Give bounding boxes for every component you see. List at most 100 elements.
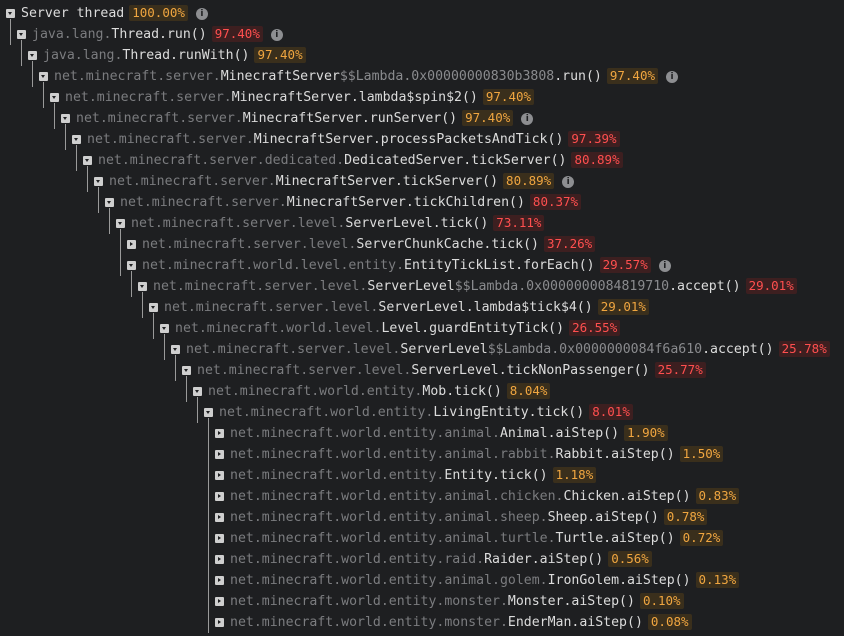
tree-node-row[interactable]: net.minecraft.server.MinecraftServer.run… [0,108,844,129]
expand-toggle-icon[interactable] [215,618,224,627]
tree-node-row[interactable]: net.minecraft.server.level.ServerLevel$$… [0,276,844,297]
tree-node-row[interactable]: net.minecraft.server.level.ServerLevel$$… [0,339,844,360]
expand-toggle-icon[interactable] [215,513,224,522]
expand-toggle-icon[interactable] [182,366,191,375]
expand-toggle-icon[interactable] [94,177,103,186]
node-percentage-badge: 0.08% [647,614,692,630]
tree-node-row[interactable]: net.minecraft.world.entity.LivingEntity.… [0,402,844,423]
node-class: ServerLevel [345,216,433,231]
node-method: .accept() [702,342,774,357]
expand-toggle-icon[interactable] [160,324,169,333]
tree-node-row[interactable]: net.minecraft.world.entity.animal.rabbit… [0,444,844,465]
expand-toggle-icon[interactable] [127,240,136,249]
expand-toggle-icon[interactable] [215,471,224,480]
tree-node-row[interactable]: net.minecraft.world.level.Level.guardEnt… [0,318,844,339]
expand-toggle-icon[interactable] [215,492,224,501]
node-package: net.minecraft.world.entity.monster. [230,615,508,630]
call-tree: Server thread 100.00% i java.lang.Thread.r… [0,0,844,636]
node-label: net.minecraft.world.entity.animal.chicke… [230,486,740,507]
node-class: Sheep [547,510,588,525]
expand-toggle-icon[interactable] [215,429,224,438]
expand-toggle-icon[interactable] [28,51,37,60]
expand-toggle-icon[interactable] [127,261,136,270]
node-class: Rabbit [555,447,604,462]
node-class: Thread [122,48,171,63]
tree-node-row[interactable]: net.minecraft.world.entity.animal.chicke… [0,486,844,507]
tree-node-row[interactable]: net.minecraft.world.entity.Entity.tick()… [0,465,844,486]
expand-toggle-icon[interactable] [39,72,48,81]
tree-node-row[interactable]: net.minecraft.server.MinecraftServer$$La… [0,66,844,87]
info-icon[interactable]: i [666,71,679,83]
tree-node-row[interactable]: Server thread 100.00% i [0,3,844,24]
info-icon[interactable]: i [562,176,575,188]
node-package: net.minecraft.world.entity. [208,384,423,399]
expand-toggle-icon[interactable] [215,597,224,606]
node-lambda-marker: $$ [487,342,504,357]
tree-node-row[interactable]: net.minecraft.server.dedicated.Dedicated… [0,150,844,171]
node-label: net.minecraft.server.MinecraftServer$$La… [54,66,679,87]
node-package: net.minecraft.world.entity.monster. [230,594,508,609]
tree-node-row[interactable]: net.minecraft.world.level.entity.EntityT… [0,255,844,276]
node-class: MinecraftServer [253,132,373,147]
tree-node-row[interactable]: net.minecraft.world.entity.animal.Animal… [0,423,844,444]
tree-node-row[interactable]: net.minecraft.server.MinecraftServer.lam… [0,87,844,108]
expand-toggle-icon[interactable] [116,219,125,228]
node-label: net.minecraft.server.level.ServerLevel.l… [164,297,649,318]
expand-toggle-icon[interactable] [72,135,81,144]
node-label: net.minecraft.server.MinecraftServer.tic… [120,192,582,213]
expand-toggle-icon[interactable] [6,9,15,18]
tree-node-row[interactable]: net.minecraft.world.entity.animal.sheep.… [0,507,844,528]
info-icon[interactable]: i [521,113,534,125]
expand-toggle-icon[interactable] [83,156,92,165]
tree-node-row[interactable]: net.minecraft.server.level.ServerLevel.l… [0,297,844,318]
info-icon[interactable]: i [658,260,671,272]
tree-node-row[interactable]: java.lang.Thread.runWith() 97.40% [0,45,844,66]
tree-guide-line [197,397,198,423]
expand-toggle-icon[interactable] [138,282,147,291]
info-icon[interactable]: i [270,29,283,41]
tree-guide-line [164,334,165,360]
expand-toggle-icon[interactable] [204,408,213,417]
tree-node-row[interactable]: net.minecraft.server.MinecraftServer.pro… [0,129,844,150]
node-class: ServerLevel [367,279,455,294]
node-label: net.minecraft.server.level.ServerLevel$$… [153,276,797,297]
expand-toggle-icon[interactable] [149,303,158,312]
expand-toggle-icon[interactable] [193,387,202,396]
node-percentage-badge: 0.10% [639,593,684,609]
node-label: net.minecraft.world.level.Level.guardEnt… [175,318,621,339]
tree-guide-line [87,166,88,192]
node-lambda-marker: $$ [454,279,471,294]
tree-node-row[interactable]: net.minecraft.world.entity.monster.Monst… [0,591,844,612]
tree-node-row[interactable]: net.minecraft.server.MinecraftServer.tic… [0,171,844,192]
node-class: Server thread [21,6,125,21]
node-package: net.minecraft.world.entity.animal.rabbit… [230,447,556,462]
tree-node-row[interactable]: net.minecraft.server.MinecraftServer.tic… [0,192,844,213]
tree-node-row[interactable]: net.minecraft.world.entity.animal.turtle… [0,528,844,549]
expand-toggle-icon[interactable] [61,114,70,123]
expand-toggle-icon[interactable] [50,93,59,102]
tree-guide-line [21,40,22,66]
tree-node-row[interactable]: net.minecraft.world.entity.raid.Raider.a… [0,549,844,570]
tree-guide-line [186,376,187,402]
tree-node-row[interactable]: java.lang.Thread.run() 97.40% i [0,24,844,45]
expand-toggle-icon[interactable] [215,450,224,459]
node-package: net.minecraft.world.level.entity. [142,258,405,273]
expand-toggle-icon[interactable] [215,576,224,585]
expand-toggle-icon[interactable] [17,30,26,39]
node-label: net.minecraft.server.MinecraftServer.pro… [87,129,620,150]
node-package: net.minecraft.world.entity.animal.golem. [230,573,548,588]
expand-toggle-icon[interactable] [215,534,224,543]
node-label: net.minecraft.server.MinecraftServer.run… [76,108,534,129]
tree-node-row[interactable]: net.minecraft.world.entity.monster.Ender… [0,612,844,633]
tree-node-row[interactable]: net.minecraft.world.entity.animal.golem.… [0,570,844,591]
tree-node-row[interactable]: net.minecraft.server.level.ServerLevel.t… [0,213,844,234]
node-percentage-badge: 26.55% [569,320,621,336]
info-icon[interactable]: i [195,8,208,20]
tree-node-row[interactable]: net.minecraft.server.level.ServerLevel.t… [0,360,844,381]
expand-toggle-icon[interactable] [171,345,180,354]
expand-toggle-icon[interactable] [215,555,224,564]
tree-node-row[interactable]: net.minecraft.server.level.ServerChunkCa… [0,234,844,255]
node-package: net.minecraft.world.entity.animal.turtle… [230,531,556,546]
expand-toggle-icon[interactable] [105,198,114,207]
tree-node-row[interactable]: net.minecraft.world.entity.Mob.tick() 8.0… [0,381,844,402]
